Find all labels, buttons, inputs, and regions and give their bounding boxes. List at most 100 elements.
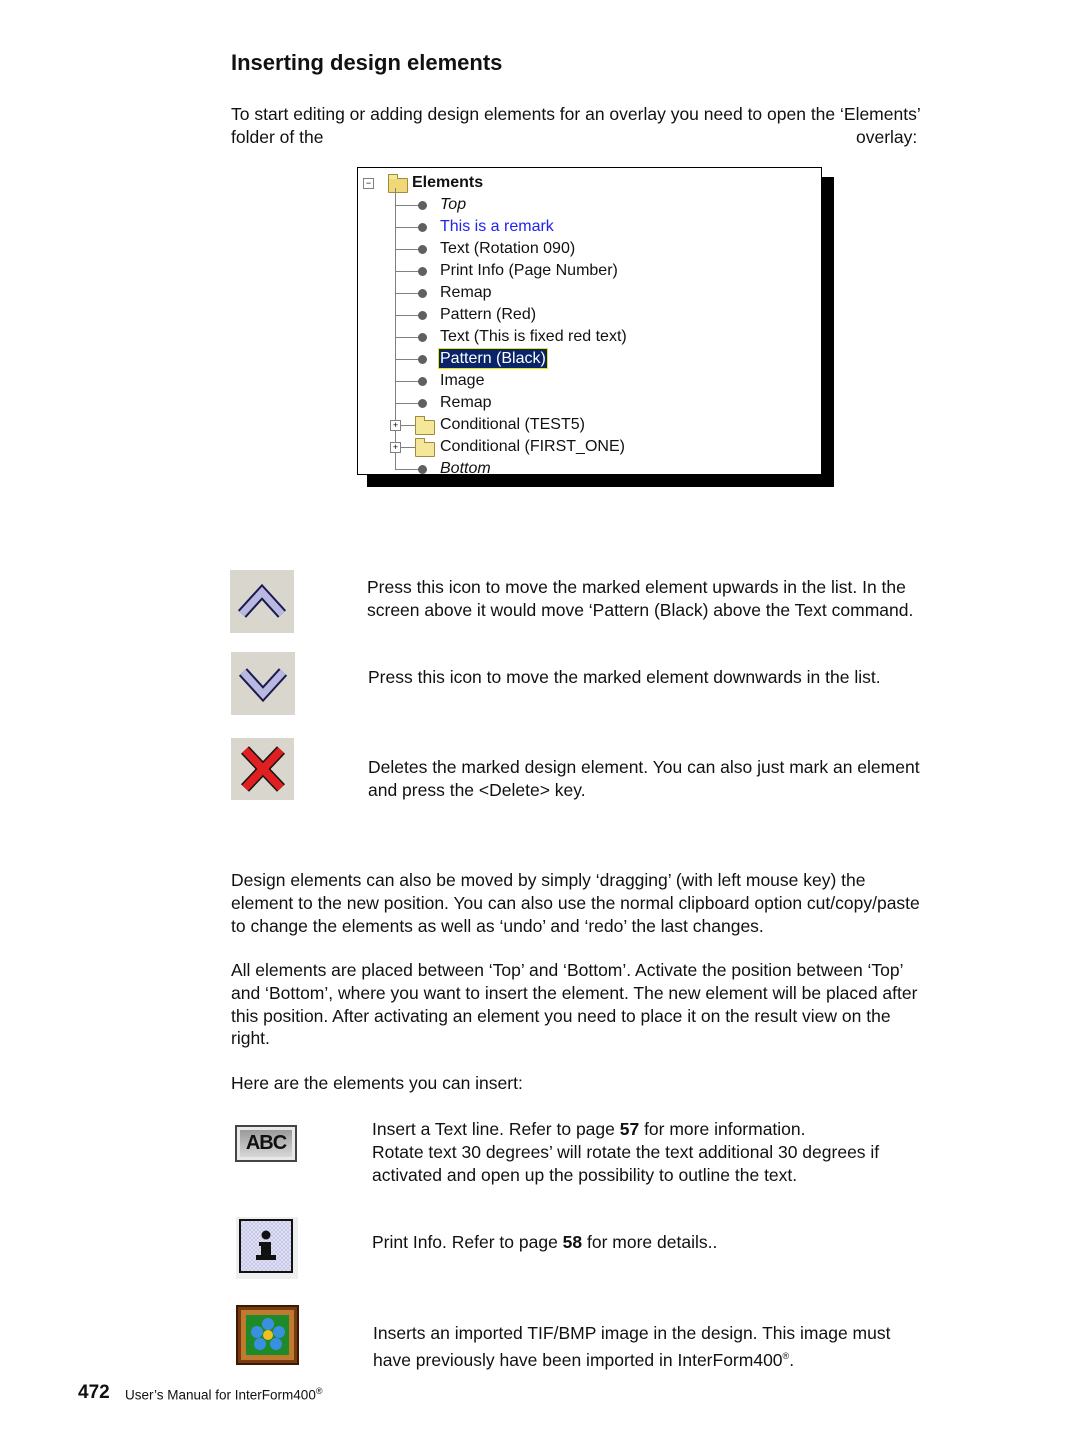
tree-item-label: Print Info (Page Number) (440, 262, 618, 279)
folder-icon (415, 416, 435, 435)
tree-branch-line (395, 469, 419, 470)
intro-line-1: To start editing or adding design elemen… (231, 104, 921, 124)
print-info-description: Print Info. Refer to page 58 for more de… (372, 1231, 717, 1254)
tree-item[interactable]: Bottom (358, 458, 821, 475)
drag-line: to change the elements as well as ‘undo’… (231, 915, 764, 936)
element-bullet-icon (418, 333, 427, 342)
intro-line-2-left: folder of the (231, 127, 324, 147)
arrow-down-icon (238, 668, 288, 703)
tree-item[interactable]: Text (Rotation 090) (358, 238, 821, 260)
tree-branch-line (395, 227, 419, 228)
move-down-button[interactable] (231, 652, 295, 715)
info-icon (239, 1219, 293, 1273)
footer-text: User’s Manual for InterForm400 (125, 1387, 316, 1403)
text-ref-pre: Insert a Text line. Refer to page (372, 1119, 620, 1139)
element-bullet-icon (418, 311, 427, 320)
insert-intro: Here are the elements you can insert: (231, 1073, 523, 1093)
placement-line: All elements are placed between ‘Top’ an… (231, 960, 904, 980)
element-bullet-icon (418, 355, 427, 364)
delete-description-1: Deletes the marked design element. You c… (368, 757, 920, 777)
tree-item-label: Top (440, 196, 467, 213)
collapse-minus-icon[interactable]: − (363, 178, 374, 189)
move-down-description: Press this icon to move the marked eleme… (368, 667, 881, 687)
folder-icon (415, 438, 435, 457)
open-folder-icon (388, 174, 408, 193)
tree-item-label: Text (This is fixed red text) (440, 328, 627, 345)
tree-item[interactable]: Text (This is fixed red text) (358, 326, 821, 348)
footer-registered-mark: ® (315, 1386, 323, 1396)
insert-text-description-3: activated and open up the possibility to… (372, 1165, 798, 1185)
placement-line: this position. After activating an eleme… (231, 1005, 891, 1026)
tree-item-label: Pattern (Black) (438, 348, 548, 369)
element-bullet-icon (418, 289, 427, 298)
tree-root-elements[interactable]: − Elements (358, 172, 821, 194)
delete-description-2: and press the <Delete> key. (368, 780, 586, 800)
placement-line: and ‘Bottom’, where you want to insert t… (231, 982, 918, 1003)
tree-branch-line (395, 205, 419, 206)
tree-item[interactable]: + Conditional (FIRST_ONE) (358, 436, 821, 458)
tree-item-label: This is a remark (440, 218, 554, 235)
tree-item-label: Conditional (TEST5) (440, 416, 585, 433)
text-ref-page: 57 (619, 1119, 640, 1139)
tree-item-label: Pattern (Red) (440, 306, 537, 323)
drag-line: element to the new position. You can als… (231, 892, 920, 913)
elements-tree-view[interactable]: − Elements Top This is a remark Text (Rota… (357, 167, 822, 475)
insert-text-description-1: Insert a Text line. Refer to page 57 for… (372, 1118, 806, 1141)
tree-item-label: Text (Rotation 090) (440, 240, 576, 257)
element-bullet-icon (418, 245, 427, 254)
arrow-up-icon (237, 583, 287, 618)
tree-item-label: Conditional (FIRST_ONE) (440, 438, 625, 455)
expand-plus-icon[interactable]: + (390, 420, 401, 431)
expand-plus-icon[interactable]: + (390, 442, 401, 453)
image-desc-text: have previously have been imported in In… (373, 1349, 783, 1370)
insert-print-info-button[interactable] (236, 1217, 298, 1279)
print-info-ref-pre: Print Info. Refer to page (372, 1232, 563, 1252)
text-ref-post: for more information. (639, 1119, 806, 1139)
drag-paragraph: Design elements can also be moved by sim… (231, 869, 920, 937)
tree-item[interactable]: + Conditional (TEST5) (358, 414, 821, 436)
tree-item-label: Bottom (440, 460, 491, 475)
tree-item[interactable]: Pattern (Red) (358, 304, 821, 326)
tree-root-label: Elements (412, 174, 484, 191)
tree-branch-line (395, 337, 419, 338)
tree-item-label: Remap (440, 394, 492, 411)
move-up-description-1: Press this icon to move the marked eleme… (367, 577, 906, 597)
intro-line-2-right: overlay: (856, 127, 918, 147)
tree-branch-line (395, 293, 419, 294)
tree-branch-line (395, 359, 419, 360)
footer-title: User’s Manual for InterForm400® (125, 1386, 322, 1403)
move-up-button[interactable] (230, 570, 294, 633)
tree-item-label: Remap (440, 284, 492, 301)
tree-item[interactable]: Image (358, 370, 821, 392)
element-bullet-icon (418, 267, 427, 276)
delete-x-icon (241, 746, 285, 792)
placement-line: right. (231, 1028, 270, 1049)
print-info-ref-page: 58 (562, 1232, 583, 1252)
delete-button[interactable] (231, 738, 294, 800)
image-desc-end: . (789, 1349, 795, 1370)
tree-item[interactable]: Print Info (Page Number) (358, 260, 821, 282)
image-description-2: have previously have been imported in In… (373, 1345, 794, 1372)
element-bullet-icon (418, 377, 427, 386)
tree-item[interactable]: Remap (358, 282, 821, 304)
element-bullet-icon (418, 465, 427, 474)
text-abc-icon: ABC (240, 1130, 292, 1157)
element-bullet-icon (418, 201, 427, 210)
tree-branch-line (395, 403, 419, 404)
insert-image-button[interactable] (236, 1305, 299, 1365)
tree-item[interactable]: This is a remark (358, 216, 821, 238)
image-picture-icon (241, 1310, 294, 1360)
insert-text-button[interactable]: ABC (235, 1125, 297, 1162)
element-bullet-icon (418, 399, 427, 408)
print-info-ref-post: for more details.. (582, 1232, 718, 1252)
element-bullet-icon (418, 223, 427, 232)
tree-item-label: Image (440, 372, 485, 389)
tree-item[interactable]: Pattern (Black) (358, 348, 821, 370)
tree-item[interactable]: Remap (358, 392, 821, 414)
tree-item[interactable]: Top (358, 194, 821, 216)
move-up-description-2: screen above it would move ‘Pattern (Bla… (367, 600, 914, 620)
image-description-1: Inserts an imported TIF/BMP image in the… (373, 1323, 891, 1343)
page-number: 472 (78, 1382, 110, 1403)
section-title: Inserting design elements (231, 50, 503, 75)
insert-text-description-2: Rotate text 30 degrees’ will rotate the … (372, 1142, 880, 1162)
